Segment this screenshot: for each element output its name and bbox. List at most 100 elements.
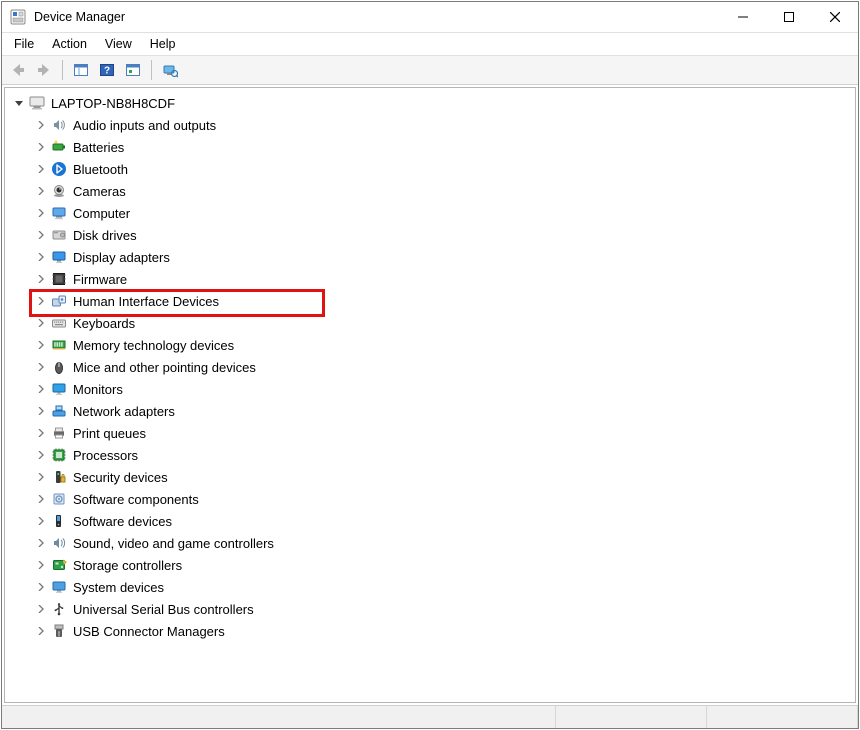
tree-root[interactable]: LAPTOP-NB8H8CDF <box>7 92 855 114</box>
minimize-button[interactable] <box>720 2 766 32</box>
toolbar-separator <box>151 60 152 80</box>
window-controls <box>720 2 858 32</box>
chevron-right-icon[interactable] <box>35 405 47 417</box>
computer-icon <box>51 205 67 221</box>
bluetooth-icon <box>51 161 67 177</box>
chevron-right-icon[interactable] <box>35 295 47 307</box>
device-category[interactable]: Network adapters <box>7 400 855 422</box>
device-category-label: Software components <box>73 492 199 507</box>
toolbar-separator <box>62 60 63 80</box>
chevron-right-icon[interactable] <box>35 361 47 373</box>
security-icon <box>51 469 67 485</box>
device-category[interactable]: Human Interface Devices <box>7 290 855 312</box>
device-category[interactable]: System devices <box>7 576 855 598</box>
device-category[interactable]: Storage controllers <box>7 554 855 576</box>
device-category-label: Universal Serial Bus controllers <box>73 602 254 617</box>
monitor-icon <box>51 381 67 397</box>
device-tree[interactable]: LAPTOP-NB8H8CDFAudio inputs and outputs B… <box>4 87 856 703</box>
chevron-right-icon[interactable] <box>35 141 47 153</box>
usb-conn-icon <box>51 623 67 639</box>
chevron-right-icon[interactable] <box>35 515 47 527</box>
device-category[interactable]: Display adapters <box>7 246 855 268</box>
chevron-down-icon[interactable] <box>13 97 25 109</box>
chevron-right-icon[interactable] <box>35 427 47 439</box>
back-button[interactable] <box>6 58 30 82</box>
usb-icon <box>51 601 67 617</box>
device-category-label: Computer <box>73 206 130 221</box>
chevron-right-icon[interactable] <box>35 339 47 351</box>
printer-icon <box>51 425 67 441</box>
menu-file[interactable]: File <box>6 36 44 52</box>
close-button[interactable] <box>812 2 858 32</box>
help-button[interactable]: ? <box>95 58 119 82</box>
device-category[interactable]: Firmware <box>7 268 855 290</box>
maximize-button[interactable] <box>766 2 812 32</box>
chevron-right-icon[interactable] <box>35 581 47 593</box>
forward-button[interactable] <box>32 58 56 82</box>
status-segment <box>707 706 858 728</box>
chevron-right-icon[interactable] <box>35 449 47 461</box>
chevron-right-icon[interactable] <box>35 559 47 571</box>
chevron-right-icon[interactable] <box>35 537 47 549</box>
chevron-right-icon[interactable] <box>35 207 47 219</box>
chevron-right-icon[interactable] <box>35 471 47 483</box>
window-title: Device Manager <box>34 10 720 24</box>
chevron-right-icon[interactable] <box>35 229 47 241</box>
device-category[interactable]: Keyboards <box>7 312 855 334</box>
device-category[interactable]: Computer <box>7 202 855 224</box>
titlebar: Device Manager <box>2 2 858 33</box>
chevron-right-icon[interactable] <box>35 185 47 197</box>
chevron-right-icon[interactable] <box>35 603 47 615</box>
chevron-right-icon[interactable] <box>35 119 47 131</box>
device-category-label: Software devices <box>73 514 172 529</box>
chevron-right-icon[interactable] <box>35 251 47 263</box>
toolbar: ? <box>2 56 858 85</box>
device-category[interactable]: Audio inputs and outputs <box>7 114 855 136</box>
device-category-label: Mice and other pointing devices <box>73 360 256 375</box>
device-category-label: Network adapters <box>73 404 175 419</box>
device-category[interactable]: Disk drives <box>7 224 855 246</box>
computer-root-icon <box>29 95 45 111</box>
scan-hardware-button[interactable] <box>158 58 182 82</box>
chevron-right-icon[interactable] <box>35 273 47 285</box>
device-category-label: USB Connector Managers <box>73 624 225 639</box>
chevron-right-icon[interactable] <box>35 163 47 175</box>
device-category[interactable]: Monitors <box>7 378 855 400</box>
device-category[interactable]: Memory technology devices <box>7 334 855 356</box>
device-category[interactable]: Sound, video and game controllers <box>7 532 855 554</box>
mouse-icon <box>51 359 67 375</box>
software-dev-icon <box>51 513 67 529</box>
chevron-right-icon[interactable] <box>35 317 47 329</box>
device-category[interactable]: Batteries <box>7 136 855 158</box>
device-category-label: Processors <box>73 448 138 463</box>
menu-view[interactable]: View <box>97 36 142 52</box>
device-category[interactable]: Print queues <box>7 422 855 444</box>
statusbar <box>2 705 858 728</box>
device-category[interactable]: USB Connector Managers <box>7 620 855 642</box>
device-category-label: Human Interface Devices <box>73 294 219 309</box>
menu-action[interactable]: Action <box>44 36 97 52</box>
chevron-right-icon[interactable] <box>35 383 47 395</box>
menu-help[interactable]: Help <box>142 36 186 52</box>
chevron-right-icon[interactable] <box>35 625 47 637</box>
chevron-right-icon[interactable] <box>35 493 47 505</box>
device-category[interactable]: Bluetooth <box>7 158 855 180</box>
device-category[interactable]: Cameras <box>7 180 855 202</box>
device-category[interactable]: Mice and other pointing devices <box>7 356 855 378</box>
device-category-label: Sound, video and game controllers <box>73 536 274 551</box>
device-category[interactable]: Software components <box>7 488 855 510</box>
network-icon <box>51 403 67 419</box>
device-category[interactable]: Universal Serial Bus controllers <box>7 598 855 620</box>
device-category-label: System devices <box>73 580 164 595</box>
battery-icon <box>51 139 67 155</box>
device-category[interactable]: Software devices <box>7 510 855 532</box>
device-category[interactable]: Security devices <box>7 466 855 488</box>
properties-button[interactable] <box>121 58 145 82</box>
svg-text:?: ? <box>104 66 110 77</box>
device-category-label: Batteries <box>73 140 124 155</box>
show-hide-console-tree-button[interactable] <box>69 58 93 82</box>
device-category[interactable]: Processors <box>7 444 855 466</box>
menubar: File Action View Help <box>2 33 858 56</box>
device-category-label: Security devices <box>73 470 168 485</box>
hid-icon <box>51 293 67 309</box>
